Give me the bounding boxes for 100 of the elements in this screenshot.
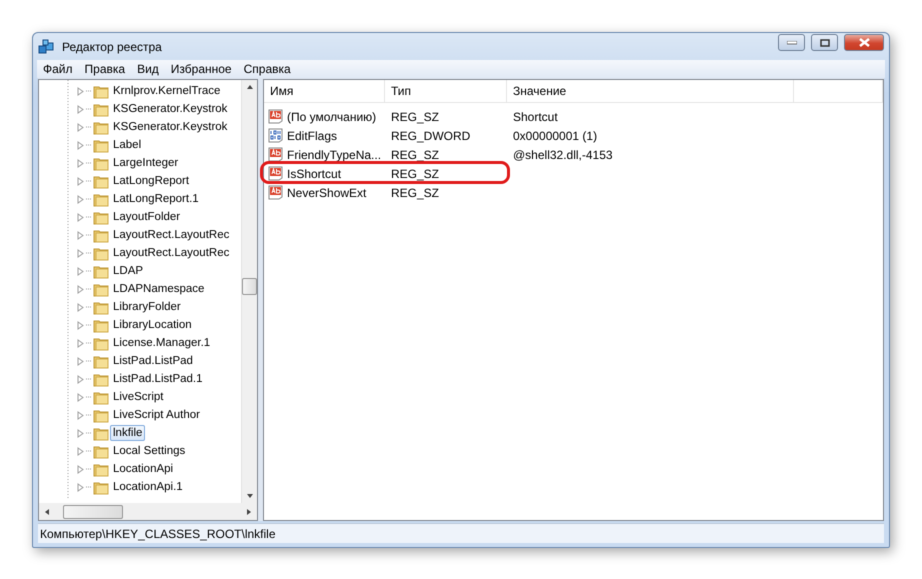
value-type: REG_SZ xyxy=(390,166,440,180)
tree-connector xyxy=(86,126,92,128)
folder-icon xyxy=(93,264,109,278)
tree-item[interactable]: LayoutRect.LayoutRec xyxy=(110,245,232,261)
folder-icon xyxy=(93,210,109,224)
menu-item[interactable]: Правка xyxy=(78,62,132,76)
minimize-icon xyxy=(786,40,796,44)
value-type: REG_DWORD xyxy=(390,128,472,142)
value-type: REG_SZ xyxy=(390,110,440,124)
value-name[interactable]: IsShortcut xyxy=(287,166,342,180)
string-value-icon xyxy=(268,147,284,162)
menu-item[interactable]: Вид xyxy=(131,62,165,76)
tree-item[interactable]: lnkfile xyxy=(110,425,146,441)
tree-connector xyxy=(86,378,92,380)
tree-connector xyxy=(86,432,92,434)
value-name[interactable]: (По умолчанию) xyxy=(287,110,376,124)
folder-icon xyxy=(93,84,109,98)
tree-connector xyxy=(86,234,92,236)
maximize-icon xyxy=(820,38,830,46)
tree-item[interactable]: Krnlprov.KernelTrace xyxy=(110,83,224,99)
tree-connector xyxy=(86,90,92,92)
folder-icon xyxy=(93,462,109,476)
registry-path: Компьютер\HKEY_CLASSES_ROOT\lnkfile xyxy=(39,526,276,540)
folder-icon xyxy=(93,192,109,206)
scroll-thumb[interactable] xyxy=(242,278,257,295)
tree-connector xyxy=(86,216,92,218)
menu-item[interactable]: Справка xyxy=(238,62,297,76)
tree-connector xyxy=(86,468,92,470)
folder-icon xyxy=(93,318,109,332)
menu-item[interactable]: Файл xyxy=(37,62,79,76)
tree-item[interactable]: ListPad.ListPad xyxy=(110,353,196,369)
value-name[interactable]: EditFlags xyxy=(287,128,338,142)
folder-icon xyxy=(93,228,109,242)
tree-connector xyxy=(86,324,92,326)
folder-icon xyxy=(93,480,109,494)
tree-item[interactable]: LDAPNamespace xyxy=(110,281,208,297)
value-name[interactable]: NeverShowExt xyxy=(287,186,366,200)
tree-connector xyxy=(86,198,92,200)
folder-icon xyxy=(93,102,109,116)
tree-connector xyxy=(86,360,92,362)
folder-icon xyxy=(93,354,109,368)
value-name[interactable]: FriendlyTypeNa... xyxy=(287,148,382,162)
tree-item[interactable]: LiveScript Author xyxy=(110,407,203,423)
tree-connector xyxy=(86,108,92,110)
tree-item[interactable]: Label xyxy=(110,137,144,153)
tree-item[interactable]: LayoutFolder xyxy=(110,209,184,225)
menu-item[interactable]: Избранное xyxy=(164,62,238,76)
tree-item[interactable]: LatLongReport xyxy=(110,173,192,189)
window-title: Редактор реестра xyxy=(62,40,163,54)
folder-icon xyxy=(93,282,109,296)
binary-value-icon xyxy=(268,128,284,143)
folder-icon xyxy=(93,336,109,350)
value-data: @shell32.dll,-4153 xyxy=(512,148,614,162)
tree-item[interactable]: LibraryLocation xyxy=(110,317,195,333)
minimize-button[interactable] xyxy=(778,34,805,51)
scroll-thumb[interactable] xyxy=(63,504,123,518)
tree-item[interactable]: LargeInteger xyxy=(110,155,182,171)
tree-item[interactable]: LiveScript xyxy=(110,389,166,405)
tree-connector xyxy=(86,450,92,452)
folder-icon xyxy=(93,120,109,134)
folder-icon xyxy=(93,444,109,458)
tree-item[interactable]: KSGenerator.Keystrok xyxy=(110,119,230,135)
scroll-left-icon xyxy=(43,506,51,516)
folder-icon xyxy=(93,390,109,404)
close-button[interactable] xyxy=(844,34,884,51)
folder-icon xyxy=(93,300,109,314)
tree-connector xyxy=(86,396,92,398)
tree-connector xyxy=(86,288,92,290)
tree-item[interactable]: Local Settings xyxy=(110,443,188,459)
tree-item[interactable]: LayoutRect.LayoutRec xyxy=(110,227,232,243)
column-header[interactable]: Тип xyxy=(385,80,507,102)
tree-item[interactable]: KSGenerator.Keystrok xyxy=(110,101,230,117)
tree-item[interactable]: LocationApi.1 xyxy=(110,479,186,495)
horizontal-scrollbar[interactable] xyxy=(39,503,257,520)
tree-item[interactable]: LibraryFolder xyxy=(110,299,184,315)
maximize-button[interactable] xyxy=(811,34,838,51)
tree-connector xyxy=(86,180,92,182)
tree-connector xyxy=(86,306,92,308)
tree-connector xyxy=(86,486,92,488)
tree-connector xyxy=(86,414,92,416)
tree-connector xyxy=(86,342,92,344)
column-header[interactable]: Значение xyxy=(507,80,794,102)
tree-connector xyxy=(86,144,92,146)
folder-icon xyxy=(93,372,109,386)
tree-connector xyxy=(86,162,92,164)
string-value-icon xyxy=(268,185,284,200)
vertical-scrollbar[interactable] xyxy=(241,80,257,503)
tree-item[interactable]: LocationApi xyxy=(110,461,176,477)
scroll-right-icon xyxy=(245,506,253,516)
tree-item[interactable]: LatLongReport.1 xyxy=(110,191,202,207)
tree-item[interactable]: ListPad.ListPad.1 xyxy=(110,371,206,387)
folder-icon xyxy=(93,156,109,170)
tree-item[interactable]: License.Manager.1 xyxy=(110,335,214,351)
folder-icon xyxy=(93,426,109,440)
value-type: REG_SZ xyxy=(390,186,440,200)
folder-icon xyxy=(93,246,109,260)
tree-connector xyxy=(86,252,92,254)
column-header[interactable]: Имя xyxy=(264,80,385,102)
tree-item[interactable]: LDAP xyxy=(110,263,146,279)
value-type: REG_SZ xyxy=(390,148,440,162)
